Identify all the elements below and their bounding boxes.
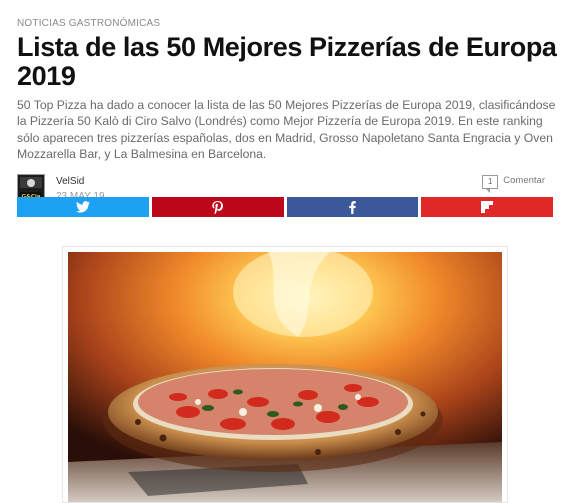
share-twitter-button[interactable] — [17, 197, 149, 217]
article-title[interactable]: Lista de las 50 Mejores Pizzerías de Eur… — [17, 33, 557, 91]
comment-link[interactable]: 1 Comentar — [482, 175, 545, 195]
share-facebook-button[interactable] — [286, 197, 419, 217]
flipboard-icon — [481, 201, 494, 213]
pinterest-p-icon — [212, 200, 224, 214]
article-header: NOTICIAS GASTRONÓMICAS Lista de las 50 M… — [17, 0, 557, 204]
author-name[interactable]: VelSid — [56, 176, 84, 187]
facebook-f-icon — [349, 200, 356, 214]
comment-label: Comentar — [503, 175, 545, 187]
share-flipboard-button[interactable] — [421, 197, 553, 217]
share-bar — [17, 197, 553, 217]
article-lead: 50 Top Pizza ha dado a conocer la lista … — [17, 98, 556, 161]
pizza-oven-photo — [68, 252, 502, 502]
comment-count-icon: 1 — [482, 175, 499, 194]
article-image[interactable] — [62, 246, 508, 503]
twitter-bird-icon — [75, 201, 90, 213]
share-pinterest-button[interactable] — [151, 197, 284, 217]
article-category[interactable]: NOTICIAS GASTRONÓMICAS — [17, 17, 553, 30]
